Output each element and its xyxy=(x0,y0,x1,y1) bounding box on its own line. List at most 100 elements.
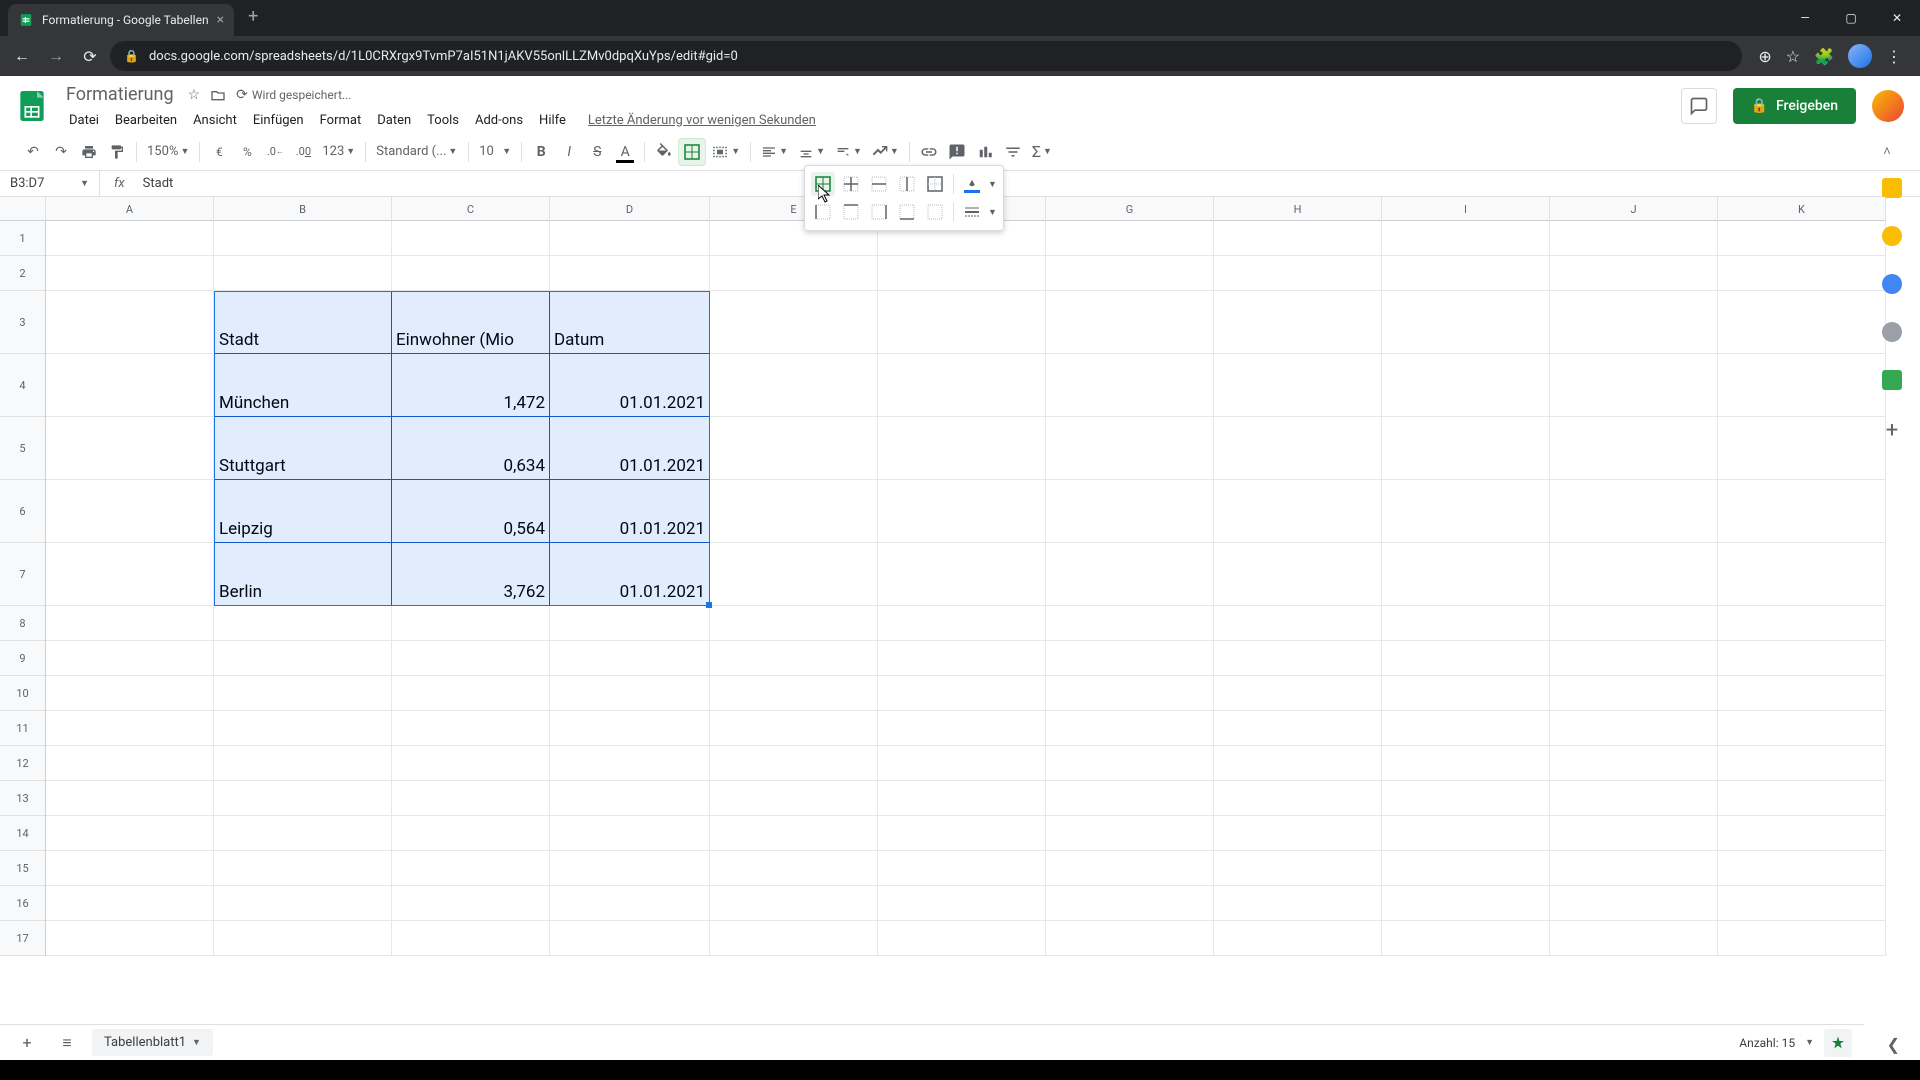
cell[interactable] xyxy=(1382,221,1550,256)
border-inner-button[interactable] xyxy=(839,172,863,196)
cell[interactable] xyxy=(550,781,710,816)
cell[interactable] xyxy=(392,886,550,921)
zoom-select[interactable]: 150% ▼ xyxy=(143,144,193,159)
row-header[interactable]: 4 xyxy=(0,354,45,417)
text-color-button[interactable]: A xyxy=(612,139,638,165)
cell[interactable] xyxy=(1382,816,1550,851)
insert-link-button[interactable] xyxy=(916,139,942,165)
cell[interactable] xyxy=(1718,746,1886,781)
cell[interactable] xyxy=(392,816,550,851)
cell[interactable] xyxy=(878,886,1046,921)
cell[interactable] xyxy=(214,641,392,676)
menu-edit[interactable]: Bearbeiten xyxy=(108,109,184,132)
comments-button[interactable] xyxy=(1681,88,1717,124)
cell[interactable] xyxy=(214,221,392,256)
cell[interactable] xyxy=(1214,851,1382,886)
row-header[interactable]: 8 xyxy=(0,606,45,641)
cell[interactable] xyxy=(1718,291,1886,354)
cell[interactable] xyxy=(1718,886,1886,921)
cell[interactable] xyxy=(392,641,550,676)
cell[interactable] xyxy=(392,221,550,256)
cell[interactable] xyxy=(1718,543,1886,606)
menu-help[interactable]: Hilfe xyxy=(532,109,573,132)
cell[interactable] xyxy=(392,746,550,781)
cell[interactable] xyxy=(1382,417,1550,480)
col-header[interactable]: I xyxy=(1382,197,1550,221)
cell[interactable] xyxy=(878,711,1046,746)
cell[interactable] xyxy=(878,816,1046,851)
cell[interactable] xyxy=(878,606,1046,641)
side-panel-toggle[interactable]: ❮ xyxy=(1887,1035,1900,1054)
cell[interactable] xyxy=(710,543,878,606)
cell[interactable] xyxy=(550,886,710,921)
cell[interactable] xyxy=(1550,543,1718,606)
cell[interactable] xyxy=(1382,781,1550,816)
cell[interactable] xyxy=(214,746,392,781)
border-outer-button[interactable] xyxy=(923,172,947,196)
cell[interactable] xyxy=(550,921,710,956)
row-header[interactable]: 3 xyxy=(0,291,45,354)
functions-button[interactable]: Σ ▼ xyxy=(1028,142,1056,161)
col-header[interactable]: H xyxy=(1214,197,1382,221)
cell[interactable]: München xyxy=(214,354,392,417)
cell[interactable] xyxy=(1382,480,1550,543)
cell[interactable] xyxy=(1382,711,1550,746)
formula-input[interactable]: Stadt xyxy=(139,176,1920,191)
cell[interactable] xyxy=(1550,256,1718,291)
cell[interactable] xyxy=(1550,480,1718,543)
insert-comment-button[interactable] xyxy=(944,139,970,165)
cell[interactable] xyxy=(1550,641,1718,676)
cell[interactable] xyxy=(710,886,878,921)
cell[interactable] xyxy=(1550,606,1718,641)
cell[interactable] xyxy=(710,711,878,746)
nav-reload-button[interactable]: ⟳ xyxy=(76,42,104,70)
star-icon[interactable]: ☆ xyxy=(188,87,201,103)
valign-button[interactable]: ▼ xyxy=(794,144,829,160)
menu-format[interactable]: Format xyxy=(313,109,369,132)
cell[interactable] xyxy=(550,221,710,256)
cell[interactable] xyxy=(1046,851,1214,886)
cell[interactable] xyxy=(1214,417,1382,480)
font-select[interactable]: Standard (... ▼ xyxy=(372,144,462,159)
col-header[interactable]: J xyxy=(1550,197,1718,221)
cell[interactable] xyxy=(710,641,878,676)
cell[interactable] xyxy=(392,781,550,816)
explore-button[interactable] xyxy=(1824,1029,1852,1057)
cell[interactable] xyxy=(214,886,392,921)
cell[interactable] xyxy=(1046,291,1214,354)
cell[interactable] xyxy=(392,711,550,746)
cell[interactable]: 1,472 xyxy=(392,354,550,417)
row-header[interactable]: 10 xyxy=(0,676,45,711)
cell[interactable] xyxy=(1214,816,1382,851)
cell[interactable] xyxy=(550,851,710,886)
border-horizontal-button[interactable] xyxy=(867,172,891,196)
border-right-button[interactable] xyxy=(867,200,891,224)
chrome-menu-icon[interactable]: ⋮ xyxy=(1886,47,1902,66)
rotate-button[interactable]: ▼ xyxy=(868,144,903,160)
filter-button[interactable] xyxy=(1000,139,1026,165)
chevron-down-icon[interactable]: ▼ xyxy=(988,207,997,218)
chrome-avatar[interactable] xyxy=(1848,44,1872,68)
cell[interactable] xyxy=(1214,291,1382,354)
cell[interactable] xyxy=(1718,851,1886,886)
border-color-button[interactable] xyxy=(960,172,984,196)
merge-cells-button[interactable]: ▼ xyxy=(707,143,744,161)
cell[interactable] xyxy=(392,676,550,711)
cell[interactable] xyxy=(1718,641,1886,676)
address-bar[interactable]: 🔒 docs.google.com/spreadsheets/d/1L0CRXr… xyxy=(110,41,1742,71)
cell[interactable] xyxy=(1550,711,1718,746)
cell[interactable] xyxy=(46,886,214,921)
zoom-icon[interactable]: ⊕ xyxy=(1758,47,1771,66)
cell[interactable] xyxy=(1382,676,1550,711)
percent-button[interactable]: % xyxy=(234,139,260,165)
border-all-button[interactable] xyxy=(811,172,835,196)
redo-button[interactable]: ↷ xyxy=(48,139,74,165)
close-tab-icon[interactable]: × xyxy=(217,12,224,28)
cell[interactable] xyxy=(1718,711,1886,746)
decrease-decimal-button[interactable]: .0← xyxy=(262,139,288,165)
cell[interactable] xyxy=(392,851,550,886)
cell[interactable] xyxy=(46,921,214,956)
menu-tools[interactable]: Tools xyxy=(420,109,466,132)
cell[interactable] xyxy=(1718,781,1886,816)
cell[interactable] xyxy=(710,291,878,354)
